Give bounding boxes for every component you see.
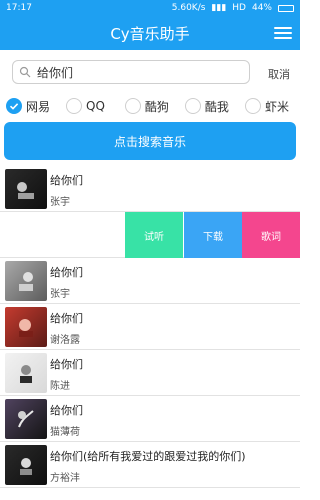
- song-title: 给你们: [50, 266, 83, 279]
- app-bar: Cy音乐助手: [0, 16, 300, 50]
- menu-icon[interactable]: [274, 23, 292, 43]
- radio-icon: [124, 98, 141, 114]
- lyrics-button[interactable]: 歌词: [242, 212, 300, 258]
- song-artist: 张宇: [50, 289, 70, 300]
- album-cover: [5, 307, 47, 347]
- status-bar: 17:17 5.60K/s ▮▮▮ HD 44%: [0, 0, 300, 16]
- song-artist: 猫薄荷: [50, 427, 80, 438]
- signal-icon: ▮▮▮: [211, 3, 227, 13]
- battery-icon: [278, 4, 294, 12]
- status-time: 17:17: [6, 3, 32, 13]
- song-title: 给你们: [50, 312, 83, 325]
- source-label-kuwo: 酷我: [204, 99, 229, 114]
- album-cover: [5, 445, 47, 485]
- list-item[interactable]: 给你们 陈进: [0, 350, 300, 396]
- status-right: 5.60K/s ▮▮▮ HD 44%: [172, 3, 294, 13]
- radio-icon: [244, 98, 261, 114]
- listen-button[interactable]: 试听: [125, 212, 183, 258]
- search-input[interactable]: 给你们: [12, 60, 250, 84]
- song-artist: 陈进: [50, 381, 70, 392]
- list-item[interactable]: 给你们 猫薄荷: [0, 396, 300, 442]
- source-qq[interactable]: QQ: [66, 98, 105, 114]
- song-title: 给你们: [50, 174, 83, 187]
- album-cover: [5, 353, 47, 393]
- album-cover: [5, 261, 47, 301]
- network-type: HD: [232, 3, 246, 13]
- album-art-icon: [18, 410, 34, 428]
- song-artist: 方裕沣: [50, 473, 80, 484]
- list-item[interactable]: 给你们(给所有我爱过的跟爱过我的你们) 方裕沣: [0, 442, 300, 488]
- search-bar: 给你们 取消: [0, 50, 300, 92]
- song-title: 给你们(给所有我爱过的跟爱过我的你们): [50, 450, 246, 463]
- radio-checked-icon: [6, 98, 22, 114]
- song-artist: 张宇: [50, 197, 70, 208]
- source-label-kugou: 酷狗: [144, 99, 169, 114]
- album-art-icon: [17, 182, 34, 199]
- cancel-button[interactable]: 取消: [268, 66, 290, 82]
- search-icon: [19, 66, 31, 78]
- network-speed: 5.60K/s: [171, 3, 206, 13]
- source-selector: 网易 QQ 酷狗 酷我 虾米: [0, 94, 300, 118]
- radio-icon: [184, 98, 201, 114]
- list-item[interactable]: 给你们 谢洛露: [0, 304, 300, 350]
- list-item[interactable]: 给你们 张宇: [0, 166, 300, 212]
- source-kuwo[interactable]: 酷我: [184, 98, 229, 115]
- source-xiami[interactable]: 虾米: [244, 98, 289, 115]
- album-art-icon: [19, 272, 33, 291]
- source-netease[interactable]: 网易: [6, 98, 50, 115]
- source-kugou[interactable]: 酷狗: [124, 98, 169, 115]
- song-artist: 谢洛露: [50, 335, 80, 346]
- search-value: 给你们: [37, 65, 74, 80]
- album-art-icon: [19, 319, 33, 337]
- source-label-xiami: 虾米: [264, 99, 289, 114]
- album-art-icon: [20, 365, 32, 383]
- list-item[interactable]: 给你们 张宇: [0, 258, 300, 304]
- radio-icon: [66, 98, 83, 114]
- results-list: 给你们 张宇 试听 下载 歌词 给你们 张宇 给你们 谢洛露 给你们 陈进 给你…: [0, 166, 300, 500]
- album-art-icon: [20, 458, 32, 475]
- source-label-netease: 网易: [26, 99, 51, 114]
- download-button[interactable]: 下载: [184, 212, 242, 258]
- song-title: 给你们: [50, 404, 83, 417]
- source-label-qq: QQ: [86, 99, 105, 113]
- album-cover: [5, 399, 47, 439]
- swipe-actions-row: 试听 下载 歌词: [0, 212, 300, 258]
- album-cover: [5, 169, 47, 209]
- battery-percent: 44%: [251, 3, 272, 13]
- search-music-button[interactable]: 点击搜索音乐: [4, 122, 296, 160]
- song-title: 给你们: [50, 358, 83, 371]
- app-title: Cy音乐助手: [110, 24, 190, 43]
